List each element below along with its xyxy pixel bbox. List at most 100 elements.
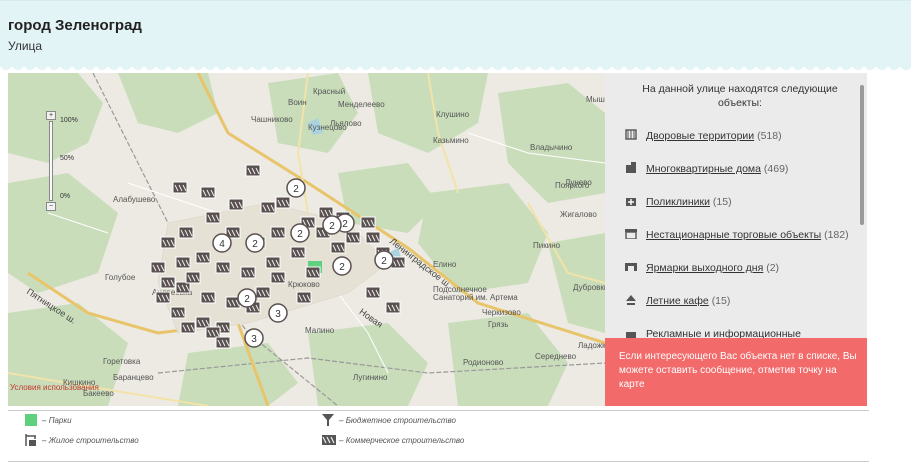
map-marker[interactable] <box>200 291 216 304</box>
legend-label: Бюджетное строительство <box>345 416 456 425</box>
map-terms-link[interactable]: Условия использования <box>10 383 99 392</box>
fair-icon <box>625 263 637 271</box>
park-icon <box>25 414 37 426</box>
map-marker[interactable] <box>185 271 201 284</box>
map-cluster[interactable]: 4 <box>212 233 232 253</box>
map-marker[interactable] <box>296 291 312 304</box>
map-cluster[interactable]: 2 <box>245 233 265 253</box>
panel-item-label[interactable]: Дворовые территории <box>646 130 754 142</box>
map-marker[interactable] <box>260 201 276 214</box>
legend-item-residential: – Жилое строительство <box>42 436 139 445</box>
panel-item-fairs[interactable]: Ярмарки выходного дня (2) <box>625 261 779 274</box>
map-marker[interactable] <box>178 226 194 239</box>
map-marker[interactable] <box>365 286 381 299</box>
panel-item-label[interactable]: Рекламные и информационные <box>646 328 801 338</box>
zoom-slider[interactable] <box>49 121 53 201</box>
panel-item-label[interactable]: Нестационарные торговые объекты <box>646 229 821 241</box>
map-marker[interactable] <box>160 236 176 249</box>
map-marker[interactable] <box>172 181 188 194</box>
map-marker[interactable] <box>345 231 361 244</box>
leave-message-notice[interactable]: Если интересующего Вас объекта нет в спи… <box>605 338 867 406</box>
map-marker[interactable] <box>270 271 286 284</box>
map-marker[interactable] <box>305 266 321 279</box>
map-marker[interactable] <box>205 326 221 339</box>
map-marker[interactable] <box>265 256 281 269</box>
legend-divider <box>8 410 869 411</box>
map-cluster[interactable]: 2 <box>237 288 257 308</box>
cluster-count: 2 <box>342 219 348 230</box>
zoom-tick-label: 50% <box>60 155 75 162</box>
map-marker[interactable] <box>170 306 186 319</box>
map-marker[interactable] <box>215 261 231 274</box>
legend-label: Парки <box>48 416 72 425</box>
legend-dash: – <box>42 416 47 425</box>
map-marker[interactable] <box>195 316 211 329</box>
map-marker[interactable] <box>150 261 166 274</box>
map-cluster[interactable]: 2 <box>332 256 352 276</box>
map-marker[interactable] <box>330 241 346 254</box>
zoom-in-button[interactable]: + <box>46 111 56 120</box>
panel-item-label[interactable]: Ярмарки выходного дня <box>646 262 763 274</box>
map-marker[interactable] <box>255 286 271 299</box>
page-header: город Зеленоград Улица <box>0 0 911 73</box>
map-marker[interactable] <box>290 246 306 259</box>
panel-title: На данной улице находятся следующие объе… <box>642 83 838 109</box>
commercial-construction-icon <box>322 435 336 445</box>
map-marker[interactable] <box>175 281 191 294</box>
panel-item-count: (2) <box>766 262 780 274</box>
cluster-count: 3 <box>251 334 257 345</box>
cluster-count: 2 <box>339 262 345 273</box>
map-marker[interactable] <box>385 301 401 314</box>
map-cluster[interactable]: 2 <box>374 250 394 270</box>
map-cluster[interactable]: 3 <box>244 328 264 348</box>
map-marker[interactable] <box>195 251 211 264</box>
map-view[interactable]: Красный Воин Менделеево Чашниково Клушин… <box>8 73 605 406</box>
panel-item-apartments[interactable]: Многоквартирные дома (469) <box>625 162 788 175</box>
panel-item-count: (518) <box>757 130 782 142</box>
cluster-count: 3 <box>275 309 281 320</box>
cluster-count: 2 <box>297 229 303 240</box>
objects-panel: На данной улице находятся следующие объе… <box>605 73 867 338</box>
panel-item-kiosks[interactable]: Нестационарные торговые объекты (182) <box>625 228 849 241</box>
legend-label: Жилое строительство <box>48 436 139 445</box>
map-cluster[interactable]: 2 <box>322 215 342 235</box>
map-marker[interactable] <box>275 196 291 209</box>
panel-item-billboards[interactable]: Рекламные и информационные <box>625 327 801 338</box>
map-marker[interactable] <box>240 266 256 279</box>
map-marker[interactable] <box>228 198 244 211</box>
panel-item-cafes[interactable]: Летние кафе (15) <box>625 294 730 307</box>
map-marker[interactable] <box>160 276 176 289</box>
cluster-count: 2 <box>381 256 387 267</box>
map-marker[interactable] <box>365 231 381 244</box>
map-marker[interactable] <box>215 336 231 349</box>
map-marker[interactable] <box>270 226 286 239</box>
panel-item-count: (182) <box>824 229 849 241</box>
map-cluster[interactable]: 2 <box>290 223 310 243</box>
map-marker[interactable] <box>360 216 376 229</box>
zoom-tick-label: 0% <box>60 193 71 200</box>
courtyard-icon <box>625 129 637 140</box>
zoom-out-button[interactable]: − <box>46 202 56 211</box>
page-title: город Зеленоград <box>8 17 142 34</box>
map-marker[interactable] <box>205 211 221 224</box>
cluster-count: 2 <box>293 184 299 195</box>
panel-item-label[interactable]: Поликлиники <box>646 196 710 208</box>
panel-scrollbar[interactable] <box>860 85 864 225</box>
legend-dash: – <box>339 436 344 445</box>
page-subtitle: Улица <box>8 39 43 53</box>
panel-item-courtyards[interactable]: Дворовые территории (518) <box>625 129 782 142</box>
panel-item-label[interactable]: Многоквартирные дома <box>646 163 761 175</box>
zoom-control[interactable]: + − 100% 50% 0% <box>44 111 78 211</box>
map-marker[interactable] <box>245 164 261 177</box>
panel-item-clinics[interactable]: Поликлиники (15) <box>625 195 732 208</box>
map-marker[interactable] <box>200 186 216 199</box>
map-marker[interactable] <box>155 291 171 304</box>
map-marker[interactable] <box>175 256 191 269</box>
map-cluster[interactable]: 2 <box>286 178 306 198</box>
cluster-count: 2 <box>244 294 250 305</box>
map-cluster[interactable]: 3 <box>268 303 288 323</box>
map-marker[interactable] <box>180 321 196 334</box>
legend-item-budget: – Бюджетное строительство <box>339 416 456 425</box>
panel-item-label[interactable]: Летние кафе <box>646 295 709 307</box>
legend-divider <box>8 461 869 462</box>
